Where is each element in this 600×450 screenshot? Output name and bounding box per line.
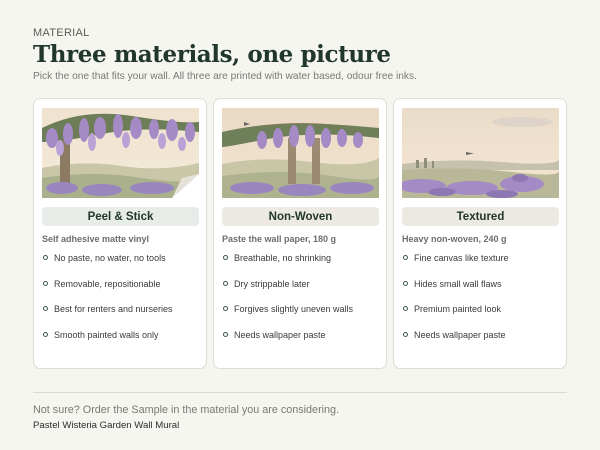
textured-pill[interactable]: Textured: [402, 207, 559, 226]
feature-item: No paste, no water, no tools: [42, 253, 173, 279]
feature-item: Needs wallpaper paste: [402, 330, 509, 356]
bullet-icon: [403, 255, 408, 260]
bullet-icon: [223, 255, 228, 260]
feature-item: Breathable, no shrinking: [222, 253, 353, 279]
wisteria-preview-image: [222, 108, 379, 198]
sample-note: Not sure? Order the Sample in the materi…: [33, 404, 340, 416]
feature-item: Needs wallpaper paste: [222, 330, 353, 356]
material-card-peel-and-stick[interactable]: Peel & Stick Self adhesive matte vinyl N…: [33, 98, 207, 369]
feature-item: Best for renters and nurseries: [42, 304, 173, 330]
feature-list: Fine canvas like texture Hides small wal…: [402, 253, 509, 355]
material-options: Peel & Stick Self adhesive matte vinyl N…: [33, 98, 567, 369]
bullet-icon: [223, 331, 228, 337]
feature-item: Dry strippable later: [222, 279, 353, 305]
bullet-icon: [43, 331, 48, 337]
footer-divider: [33, 392, 567, 393]
bullet-icon: [223, 280, 228, 286]
material-description: Paste the wall paper, 180 g: [222, 234, 337, 244]
non-woven-pill[interactable]: Non-Woven: [222, 207, 379, 226]
material-eyebrow: MATERIAL: [33, 27, 90, 39]
feature-item: Hides small wall flaws: [402, 279, 509, 305]
feature-item: Smooth painted walls only: [42, 330, 173, 356]
wisteria-preview-image: [402, 108, 559, 198]
material-card-non-woven[interactable]: Non-Woven Paste the wall paper, 180 g Br…: [213, 98, 387, 369]
feature-list: No paste, no water, no tools Removable, …: [42, 253, 173, 355]
page-title: Three materials, one picture: [33, 41, 391, 68]
wisteria-preview-image: [42, 108, 199, 198]
product-name: Pastel Wisteria Garden Wall Mural: [33, 420, 180, 431]
peel-and-stick-pill[interactable]: Peel & Stick: [42, 207, 199, 226]
bullet-icon: [223, 306, 228, 311]
page-subtitle: Pick the one that fits your wall. All th…: [33, 71, 417, 82]
feature-item: Removable, repositionable: [42, 279, 173, 305]
material-card-textured[interactable]: Textured Heavy non-woven, 240 g Fine can…: [393, 98, 567, 369]
feature-item: Forgives slightly uneven walls: [222, 304, 353, 330]
feature-list: Breathable, no shrinking Dry strippable …: [222, 253, 353, 355]
bullet-icon: [43, 255, 48, 260]
material-description: Self adhesive matte vinyl: [42, 234, 150, 244]
bullet-icon: [403, 331, 408, 337]
bullet-icon: [43, 280, 48, 286]
material-description: Heavy non-woven, 240 g: [402, 234, 507, 244]
feature-item: Fine canvas like texture: [402, 253, 509, 279]
bullet-icon: [43, 306, 48, 311]
feature-item: Premium painted look: [402, 304, 509, 330]
bullet-icon: [403, 280, 408, 286]
bullet-icon: [403, 306, 408, 311]
